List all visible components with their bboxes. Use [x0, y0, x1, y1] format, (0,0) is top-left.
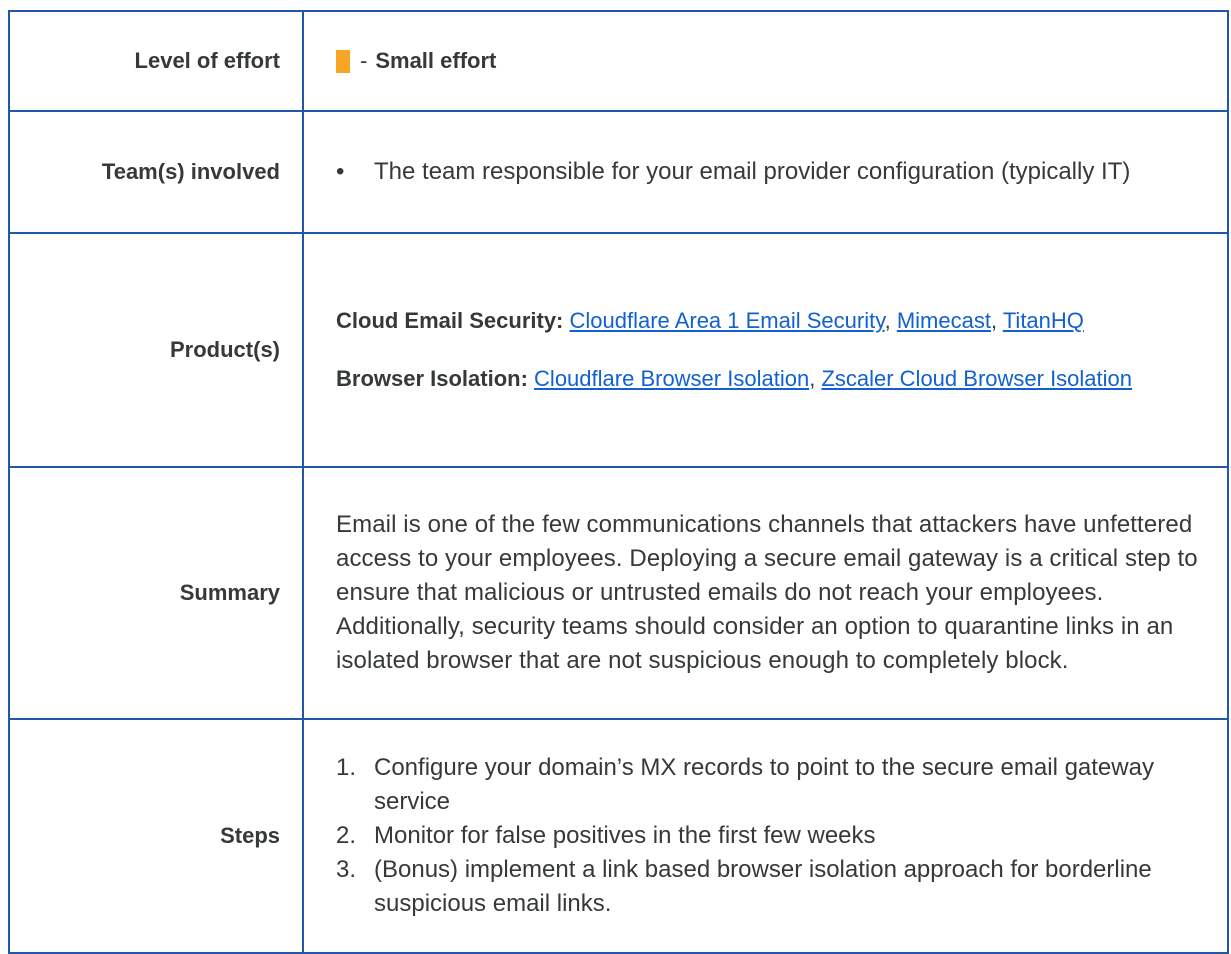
- teams-list: The team responsible for your email prov…: [336, 155, 1199, 189]
- product-separator: ,: [990, 308, 998, 333]
- summary-label: Summary: [8, 466, 304, 720]
- row-summary: Summary Email is one of the few communic…: [8, 466, 1229, 720]
- email-security-heading: Cloud Email Security:: [336, 308, 564, 333]
- product-separator: ,: [809, 366, 816, 391]
- browser-isolation-heading: Browser Isolation:: [336, 366, 528, 391]
- link-cloudflare-area1[interactable]: Cloudflare Area 1 Email Security: [570, 308, 885, 333]
- product-separator: ,: [884, 308, 891, 333]
- effort-separator: -: [360, 48, 368, 73]
- email-security-products: Cloud Email Security: Cloudflare Area 1 …: [336, 304, 1199, 338]
- steps-label: Steps: [8, 718, 304, 954]
- list-item: 3. (Bonus) implement a link based browser…: [336, 853, 1199, 921]
- summary-cell: Email is one of the few communications c…: [302, 466, 1229, 720]
- step-text: Monitor for false positives in the first…: [374, 822, 876, 849]
- step-number: 2.: [336, 822, 357, 849]
- teams-cell: The team responsible for your email prov…: [302, 110, 1229, 234]
- browser-isolation-products: Browser Isolation: Cloudflare Browser Is…: [336, 362, 1199, 396]
- products-cell: Cloud Email Security: Cloudflare Area 1 …: [302, 232, 1229, 468]
- effort-summary-table: Level of effort - Small effort Team(s) i…: [8, 10, 1229, 954]
- step-number: 1.: [336, 754, 357, 781]
- step-text: Configure your domain’s MX records to po…: [374, 754, 1154, 815]
- step-number: 3.: [336, 856, 357, 883]
- link-mimecast[interactable]: Mimecast: [897, 308, 991, 333]
- row-level-of-effort: Level of effort - Small effort: [8, 10, 1229, 112]
- products-label: Product(s): [8, 232, 304, 468]
- row-teams: Team(s) involved The team responsible fo…: [8, 110, 1229, 234]
- effort-swatch: [336, 49, 350, 73]
- link-titanhq[interactable]: TitanHQ: [1003, 308, 1084, 333]
- list-item: The team responsible for your email prov…: [336, 155, 1199, 189]
- list-item: 2. Monitor for false positives in the fir…: [336, 819, 1199, 853]
- steps-list: 1. Configure your domain’s MX records to …: [336, 751, 1199, 921]
- level-of-effort-cell: - Small effort: [302, 10, 1229, 112]
- list-item: 1. Configure your domain’s MX records to …: [336, 751, 1199, 819]
- effort-indicator: - Small effort: [336, 44, 1199, 78]
- row-products: Product(s) Cloud Email Security: Cloudfl…: [8, 232, 1229, 468]
- steps-cell: 1. Configure your domain’s MX records to …: [302, 718, 1229, 954]
- level-of-effort-label: Level of effort: [8, 10, 304, 112]
- summary-text: Email is one of the few communications c…: [336, 511, 1198, 674]
- link-zscaler-browser-isolation[interactable]: Zscaler Cloud Browser Isolation: [821, 366, 1132, 391]
- row-steps: Steps 1. Configure your domain’s MX recor…: [8, 718, 1229, 954]
- step-text: (Bonus) implement a link based browser i…: [374, 856, 1152, 917]
- link-cloudflare-browser-isolation[interactable]: Cloudflare Browser Isolation: [534, 366, 809, 391]
- effort-value: Small effort: [375, 48, 497, 73]
- teams-label: Team(s) involved: [8, 110, 304, 234]
